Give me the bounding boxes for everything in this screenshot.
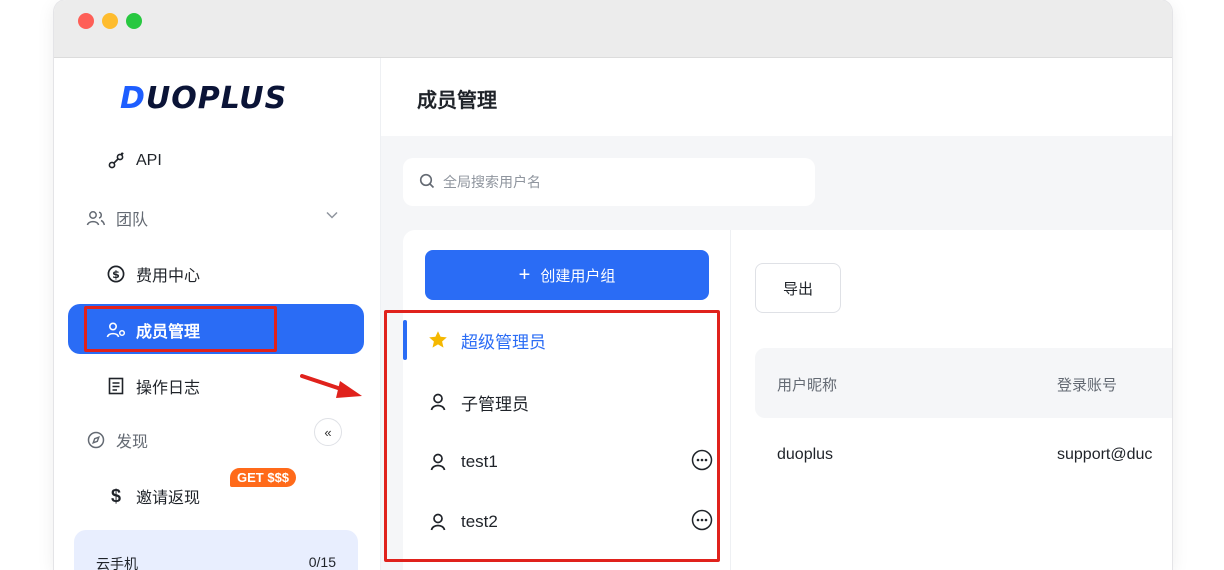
create-user-group-button[interactable]: + 创建用户组 [425, 250, 709, 300]
members-panel: 导出 用户昵称 登录账号 duoplus support@duc [731, 230, 1172, 570]
sidebar-item-logs[interactable]: 操作日志 [106, 374, 200, 398]
sidebar-item-billing[interactable]: $ 费用中心 [106, 262, 200, 286]
compass-icon [86, 431, 106, 449]
search-placeholder: 全局搜索用户名 [443, 174, 541, 190]
table-header: 用户昵称 登录账号 [755, 348, 1172, 418]
sidebar: DUOPLUS API 团队 $ 费用中心 成员管理 操作日志 发现 $ 邀请返… [54, 58, 381, 570]
title-bar [54, 0, 1172, 58]
cloud-phone-quota-card[interactable]: 云手机 0/15 [74, 530, 358, 570]
highlight-box-members [84, 306, 277, 352]
dollar-circle-icon: $ [106, 265, 126, 283]
create-user-group-label: 创建用户组 [540, 267, 616, 285]
cell-login-account: support@duc [1057, 446, 1153, 463]
sidebar-item-label: 操作日志 [136, 380, 201, 397]
chevron-down-icon[interactable] [326, 208, 338, 222]
sidebar-group-discover[interactable]: 发现 [86, 428, 148, 452]
search-input[interactable]: 全局搜索用户名 [403, 158, 815, 206]
dollar-icon: $ [110, 485, 121, 506]
minimize-window-button[interactable] [102, 13, 118, 29]
collapse-sidebar-button[interactable]: « [314, 418, 342, 446]
sidebar-group-team[interactable]: 团队 [86, 206, 148, 230]
sidebar-item-label: 发现 [116, 434, 149, 451]
page-header: 成员管理 [381, 58, 1172, 136]
quota-label: 云手机 [96, 556, 138, 570]
column-header-login-account: 登录账号 [1057, 377, 1118, 394]
api-link-icon [106, 152, 126, 170]
annotation-arrow-icon [300, 374, 362, 398]
highlight-box-groups [384, 310, 720, 562]
duoplus-logo[interactable]: DUOPLUS [120, 82, 287, 116]
sidebar-item-label: 邀请返现 [136, 490, 201, 507]
sidebar-item-label: 团队 [116, 212, 149, 229]
plus-icon: + [518, 264, 531, 286]
table-row[interactable]: duoplus support@duc [755, 420, 1172, 490]
search-icon [419, 173, 435, 192]
sidebar-item-invite[interactable]: $ 邀请返现 [106, 484, 200, 508]
export-button[interactable]: 导出 [755, 263, 841, 313]
log-icon [106, 377, 126, 395]
cell-nickname: duoplus [777, 446, 834, 463]
zoom-window-button[interactable] [126, 13, 142, 29]
quota-value: 0/15 [308, 554, 336, 570]
sidebar-item-label: 费用中心 [136, 268, 201, 285]
invite-promo-badge: GET $$$ [230, 468, 297, 487]
svg-text:$: $ [112, 268, 120, 281]
close-window-button[interactable] [78, 13, 94, 29]
sidebar-item-api[interactable]: API [106, 152, 162, 170]
page-title: 成员管理 [417, 90, 497, 112]
column-header-nickname: 用户昵称 [777, 377, 838, 394]
team-icon [86, 209, 106, 227]
sidebar-item-label: API [136, 152, 162, 169]
